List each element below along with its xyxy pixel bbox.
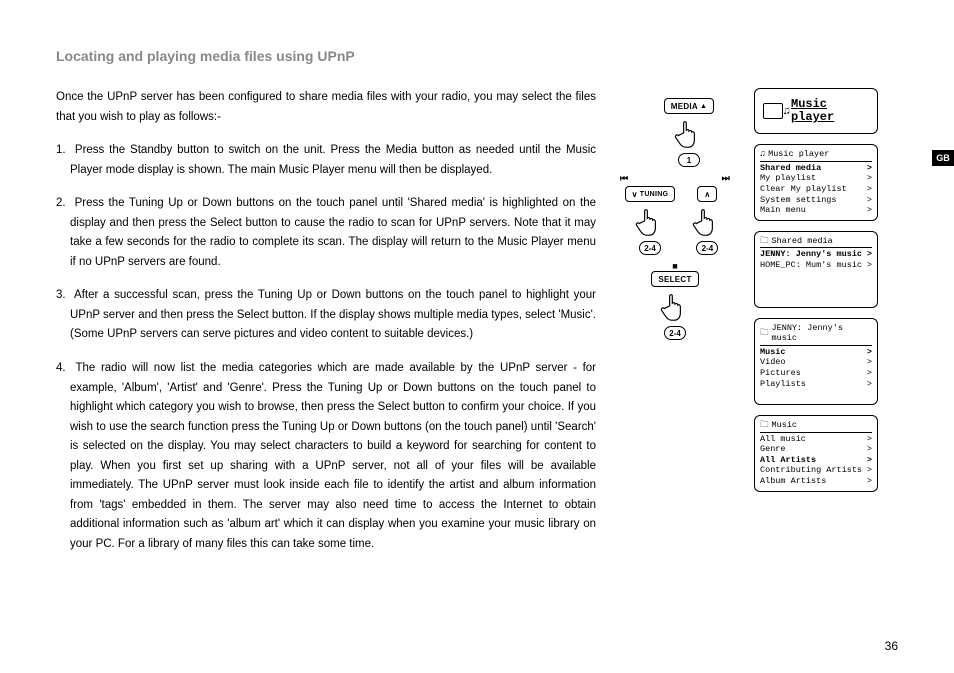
lcd-menu-row: Genre> <box>760 444 872 455</box>
intro-paragraph: Once the UPnP server has been configured… <box>56 88 596 127</box>
touch-panel-diagram: MEDIA ▲ 1 ⏮ ⏭ ∨ TUNING 2-4 <box>620 88 730 568</box>
hand-icon <box>689 203 725 237</box>
folder-icon: ♫ <box>760 149 765 160</box>
lcd-menu-row: My playlist> <box>760 173 872 184</box>
prev-icon: ⏮ <box>620 173 628 184</box>
lcd-menu-row: All Artists> <box>760 455 872 466</box>
music-player-icon <box>763 103 783 119</box>
lcd-menu-screen: ♫Music playerShared media>My playlist>Cl… <box>754 144 878 221</box>
step-badge-1: 1 <box>678 153 700 167</box>
media-button: MEDIA ▲ <box>664 98 715 114</box>
lcd-menu-row: Album Artists> <box>760 476 872 487</box>
tuning-down-button: ∨ TUNING <box>625 186 676 202</box>
display-screens-column: Music player ♫Music playerShared media>M… <box>754 88 884 568</box>
lcd-menu-row: All music> <box>760 434 872 445</box>
folder-icon: 🗀 <box>760 236 769 247</box>
step-badge-2-4: 2-4 <box>664 326 686 340</box>
lcd-menu-row: Pictures> <box>760 368 872 379</box>
lcd-menu-row: JENNY: Jenny's music> <box>760 249 872 260</box>
lcd-menu-row: Shared media> <box>760 163 872 174</box>
tuning-up-button: ∧ <box>697 186 717 202</box>
lcd-menu-row: Video> <box>760 357 872 368</box>
step-badge-2-4: 2-4 <box>639 241 661 255</box>
instruction-text: Once the UPnP server has been configured… <box>56 88 596 568</box>
lcd-menu-screen: 🗀MusicAll music>Genre>All Artists>Contri… <box>754 415 878 492</box>
lcd-menu-row: Music> <box>760 347 872 358</box>
lcd-menu-row: Clear My playlist> <box>760 184 872 195</box>
instruction-step: 4. The radio will now list the media cat… <box>56 359 596 554</box>
next-icon: ⏭ <box>722 173 730 184</box>
lcd-menu-row: System settings> <box>760 195 872 206</box>
section-heading: Locating and playing media files using U… <box>56 48 898 64</box>
lcd-menu-screen: 🗀Shared mediaJENNY: Jenny's music>HOME_P… <box>754 231 878 308</box>
page-number: 36 <box>885 639 898 653</box>
stop-icon: ■ <box>620 261 730 271</box>
instruction-step: 2. Press the Tuning Up or Down buttons o… <box>56 194 596 272</box>
lcd-main-screen: Music player <box>754 88 878 134</box>
hand-icon <box>632 203 668 237</box>
lcd-menu-row: Contributing Artists> <box>760 465 872 476</box>
step-badge-2-4: 2-4 <box>696 241 718 255</box>
lcd-menu-row: HOME_PC: Mum's music> <box>760 260 872 271</box>
lcd-menu-row: Main menu> <box>760 205 872 216</box>
folder-icon: 🗀 <box>760 420 769 431</box>
select-button: SELECT <box>651 271 698 287</box>
language-tab-gb: GB <box>932 150 954 166</box>
instruction-step: 3. After a successful scan, press the Tu… <box>56 286 596 345</box>
lcd-menu-screen: 🗀JENNY: Jenny's musicMusic>Video>Picture… <box>754 318 878 405</box>
folder-icon: 🗀 <box>760 328 769 339</box>
hand-icon <box>657 288 693 322</box>
instruction-step: 1. Press the Standby button to switch on… <box>56 141 596 180</box>
lcd-menu-row: Playlists> <box>760 379 872 390</box>
hand-icon <box>671 115 707 149</box>
